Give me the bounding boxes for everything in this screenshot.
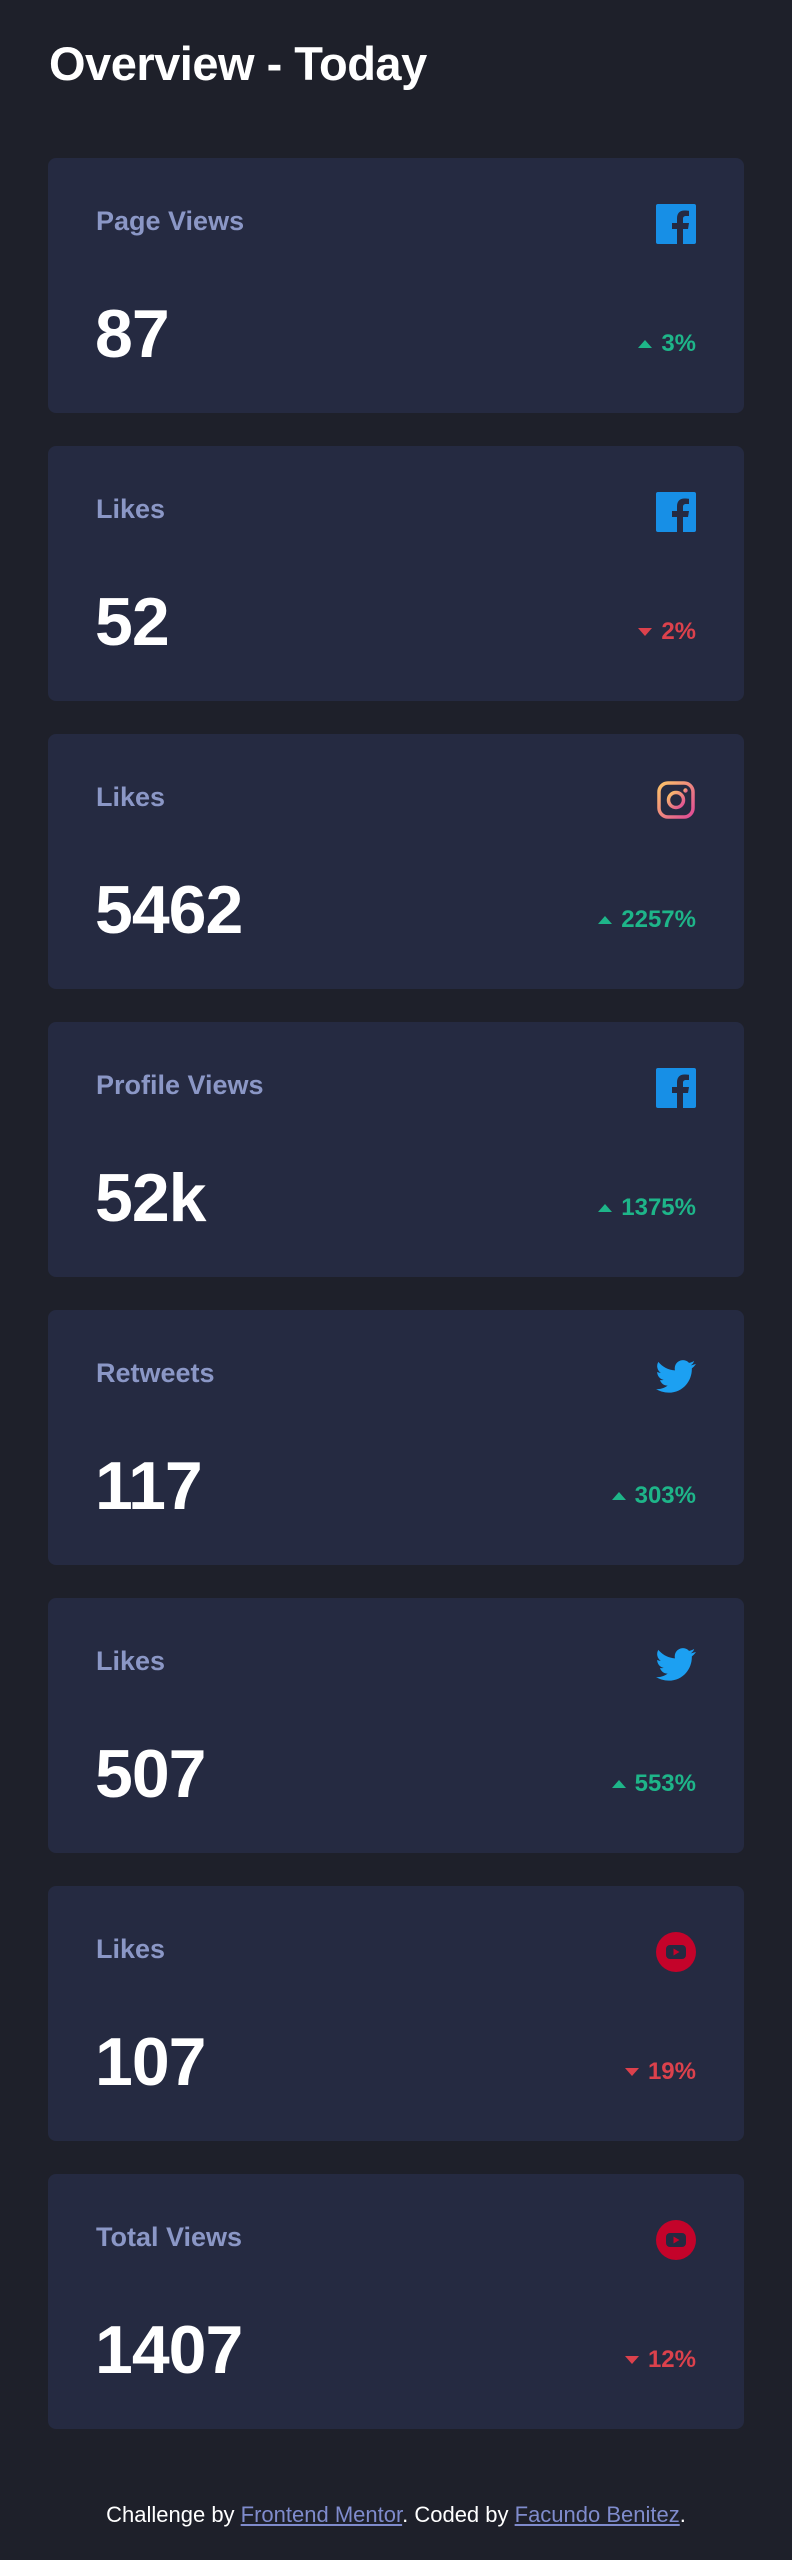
card-change: 2257%	[598, 908, 696, 932]
overview-cards: Page Views 87 3% Likes 52 2% Likes 5462 …	[48, 158, 744, 2462]
card-change: 303%	[611, 1482, 696, 1509]
arrow-down-icon	[624, 2356, 639, 2364]
footer-middle: . Coded by	[402, 2502, 515, 2527]
card-value: 87	[95, 296, 170, 372]
card-change-value: 3%	[661, 330, 696, 357]
card-value: 107	[95, 2024, 206, 2100]
card-instagram-likes: Likes 5462 2257%	[48, 734, 744, 989]
youtube-icon	[656, 1932, 696, 1972]
card-change-value: 12%	[647, 2346, 696, 2373]
card-change-value: 303%	[634, 1482, 696, 1509]
arrow-down-icon	[638, 628, 653, 636]
card-change-value: 1375%	[621, 1194, 696, 1221]
page-title: Overview - Today	[49, 37, 427, 90]
attribution-footer: Challenge by Frontend Mentor. Coded by F…	[0, 2502, 792, 2528]
facebook-icon	[656, 1068, 696, 1108]
card-value: 52k	[95, 1160, 206, 1236]
card-change-value: 2%	[661, 618, 696, 645]
card-label: Profile Views	[96, 1070, 264, 1100]
card-label: Likes	[96, 1646, 166, 1676]
arrow-down-icon	[624, 2068, 639, 2076]
card-change: 553%	[611, 1770, 696, 1797]
card-value: 5462	[95, 872, 243, 948]
card-change: 3%	[638, 332, 696, 356]
facebook-icon	[656, 492, 696, 532]
card-change: 19%	[624, 2058, 696, 2085]
twitter-icon	[656, 1356, 696, 1396]
card-youtube-total-views: Total Views 1407 12%	[48, 2174, 744, 2429]
arrow-up-icon	[598, 1204, 613, 1212]
card-label: Page Views	[96, 206, 245, 236]
card-change-value: 553%	[634, 1770, 696, 1797]
card-twitter-retweets: Retweets 117 303%	[48, 1310, 744, 1565]
arrow-up-icon	[638, 340, 653, 348]
card-label: Likes	[96, 782, 166, 812]
card-youtube-likes: Likes 107 19%	[48, 1886, 744, 2141]
card-change-value: 19%	[647, 2058, 696, 2085]
frontend-mentor-link[interactable]: Frontend Mentor	[241, 2502, 402, 2527]
twitter-icon	[656, 1644, 696, 1684]
card-twitter-likes: Likes 507 553%	[48, 1598, 744, 1853]
card-label: Likes	[96, 1934, 166, 1964]
instagram-icon	[656, 780, 696, 820]
footer-prefix: Challenge by	[106, 2502, 241, 2527]
card-value: 1407	[95, 2312, 243, 2388]
card-change: 2%	[638, 620, 696, 644]
card-label: Retweets	[96, 1358, 215, 1388]
card-change: 12%	[624, 2346, 696, 2373]
card-value: 52	[95, 584, 170, 660]
card-change: 1375%	[598, 1196, 696, 1220]
footer-suffix: .	[679, 2502, 686, 2527]
card-label: Likes	[96, 494, 166, 524]
youtube-icon	[656, 2220, 696, 2260]
card-facebook-likes: Likes 52 2%	[48, 446, 744, 701]
card-value: 507	[95, 1736, 206, 1812]
facebook-icon	[656, 204, 696, 244]
author-link[interactable]: Facundo Benitez	[515, 2502, 680, 2527]
arrow-up-icon	[611, 1492, 626, 1500]
arrow-up-icon	[611, 1780, 626, 1788]
card-label: Total Views	[96, 2222, 243, 2252]
card-facebook-profile-views: Profile Views 52k 1375%	[48, 1022, 744, 1277]
card-facebook-page-views: Page Views 87 3%	[48, 158, 744, 413]
card-value: 117	[95, 1448, 203, 1524]
card-change-value: 2257%	[621, 906, 696, 933]
arrow-up-icon	[598, 916, 613, 924]
